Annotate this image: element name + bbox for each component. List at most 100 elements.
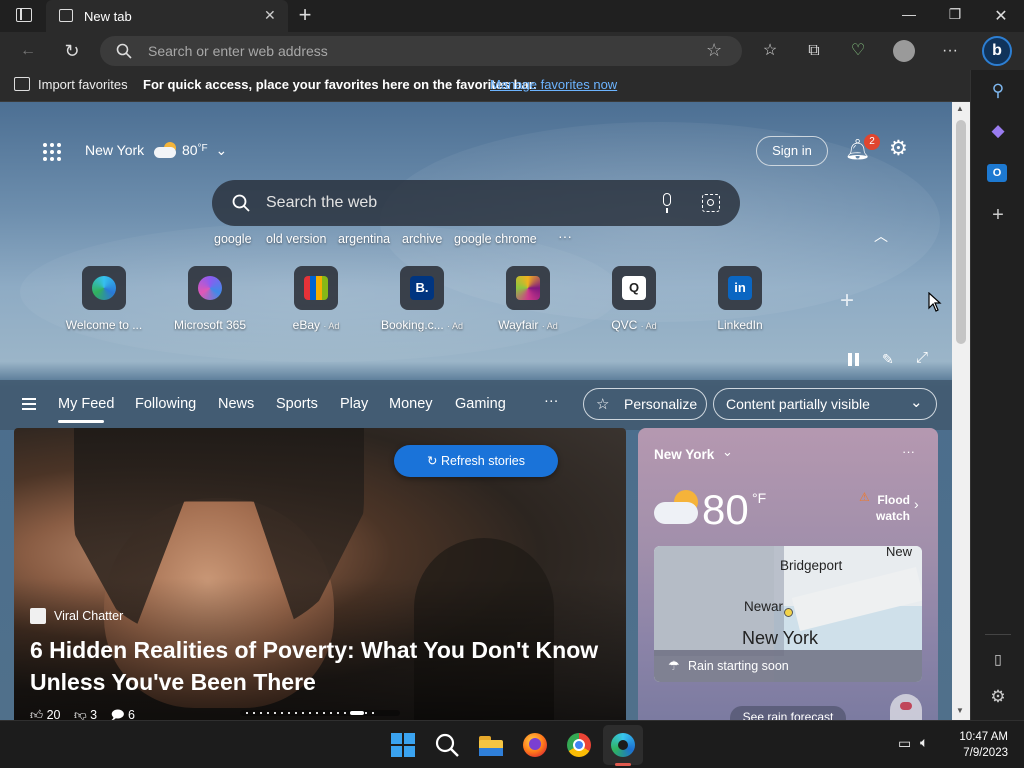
refresh-icon[interactable]: ↻ [62, 41, 82, 61]
weather-scroll-button[interactable] [890, 694, 922, 720]
tab-close-icon[interactable]: ✕ [264, 7, 276, 24]
scroll-up-icon[interactable]: ▲ [956, 104, 964, 113]
more-options-icon[interactable]: ··· [940, 41, 960, 61]
volume-icon[interactable]: 🔈︎ [920, 734, 928, 751]
quick-link-tile [294, 266, 338, 310]
web-search-input[interactable] [266, 192, 646, 214]
sidebar-outlook-icon[interactable]: O [987, 162, 1009, 184]
favorite-star-icon[interactable]: ☆ [706, 40, 722, 61]
content-visibility-dropdown[interactable]: Content partially visible ⌄ [713, 388, 937, 420]
start-windows-icon[interactable] [389, 731, 417, 759]
manage-favorites-link[interactable]: Manage favorites now [490, 77, 617, 92]
tab-following[interactable]: Following [135, 396, 196, 412]
partly-cloudy-icon [654, 490, 700, 526]
tab-play[interactable]: Play [340, 396, 368, 412]
pause-background-icon[interactable] [848, 353, 860, 366]
story-headline[interactable]: 6 Hidden Realities of Poverty: What You … [30, 634, 598, 698]
more-suggestions-icon[interactable]: ··· [558, 228, 572, 244]
new-tab-button[interactable]: + [294, 4, 316, 26]
quick-link-ebay[interactable]: eBay · Ad [270, 266, 362, 336]
suggestion-archive[interactable]: archive [402, 232, 442, 246]
restore-button[interactable]: ❐ [940, 6, 970, 26]
edit-background-icon[interactable]: ✎ [882, 351, 894, 368]
weather-more-icon[interactable]: ··· [902, 444, 915, 459]
comment-icon[interactable]: 🗩︎ [111, 708, 125, 720]
visual-search-icon[interactable] [702, 194, 720, 212]
sidebar-settings-icon[interactable]: ⚙ [987, 686, 1009, 708]
sidebar-copilot-icon[interactable]: ◆ [987, 120, 1009, 142]
add-quick-link-icon[interactable]: + [836, 289, 858, 313]
tab-money[interactable]: Money [389, 396, 433, 412]
carousel-dots[interactable] [240, 710, 400, 716]
page-scrollbar[interactable]: ▲ ▼ [952, 102, 970, 720]
feed-navigation: My Feed Following News Sports Play Money… [0, 380, 952, 430]
web-search-box[interactable] [212, 180, 740, 226]
browser-essentials-icon[interactable]: ♡ [848, 41, 868, 61]
dislike-icon[interactable]: 👎︎ [74, 708, 87, 720]
quick-link-welcome[interactable]: Welcome to ... [58, 266, 150, 336]
weather-map[interactable]: New Bridgeport Newar New York ☂ Rain sta… [654, 546, 922, 682]
flood-alert-text[interactable]: Flood watch [872, 492, 910, 524]
sidebar-search-icon[interactable]: ⚲ [987, 80, 1009, 102]
back-icon[interactable]: ← [18, 41, 38, 61]
feed-menu-icon[interactable] [22, 398, 36, 410]
edge-taskbar-icon[interactable] [609, 731, 637, 759]
weather-card[interactable]: New York ⌄ ··· 80 °F ⚠ Flood watch › New… [638, 428, 938, 720]
tab-my-feed[interactable]: My Feed [58, 396, 114, 412]
suggestion-old-version[interactable]: old version [266, 232, 326, 246]
chrome-icon[interactable] [565, 731, 593, 759]
sign-in-button[interactable]: Sign in [756, 136, 828, 166]
quick-link-microsoft-365[interactable]: Microsoft 365 [164, 266, 256, 336]
story-source[interactable]: Viral Chatter [54, 609, 123, 623]
import-favorites-button[interactable]: Import favorites [38, 77, 128, 92]
quick-link-booking[interactable]: B. Booking.c... · Ad [376, 266, 468, 336]
suggestion-google-chrome[interactable]: google chrome [454, 232, 537, 246]
import-favorites-icon[interactable] [14, 77, 30, 91]
quick-link-linkedin[interactable]: in LinkedIn [694, 266, 786, 336]
network-icon[interactable]: ▭ [898, 735, 911, 752]
expand-icon[interactable]: ⤢ [916, 349, 928, 366]
address-input[interactable] [148, 42, 688, 60]
collections-icon[interactable]: ⧉ [804, 41, 824, 61]
file-explorer-icon[interactable] [477, 731, 505, 759]
personalize-button[interactable]: ☆ Personalize [583, 388, 707, 420]
apps-launcher-icon[interactable] [42, 142, 62, 162]
firefox-icon[interactable] [521, 731, 549, 759]
tab-new-tab[interactable]: New tab ✕ [46, 0, 288, 32]
quick-link-qvc[interactable]: Q QVC · Ad [588, 266, 680, 336]
weather-widget[interactable]: New York 80°F ⌄ [85, 142, 227, 164]
search-taskbar-icon[interactable] [433, 731, 461, 759]
weather-temp: 80 [181, 142, 198, 158]
profile-avatar[interactable] [893, 40, 915, 62]
close-window-button[interactable]: ✕ [986, 6, 1016, 26]
chevron-right-icon[interactable]: › [914, 496, 919, 512]
rain-note: Rain starting soon [688, 659, 789, 673]
suggestion-google[interactable]: google [214, 232, 252, 246]
collapse-chevron-icon[interactable]: ︿ [874, 226, 888, 246]
refresh-stories-label: Refresh stories [440, 454, 526, 468]
scroll-down-icon[interactable]: ▼ [956, 706, 964, 715]
tab-sports[interactable]: Sports [276, 396, 318, 412]
microphone-icon[interactable] [661, 193, 673, 213]
quick-link-wayfair[interactable]: Wayfair · Ad [482, 266, 574, 336]
new-tab-page-icon [59, 9, 73, 22]
weather-card-location[interactable]: New York [654, 447, 714, 462]
see-rain-forecast-visible[interactable]: See rain forecast [730, 706, 846, 720]
tab-news[interactable]: News [218, 396, 254, 412]
minimize-button[interactable]: — [894, 6, 924, 26]
warning-icon: ⚠ [859, 490, 870, 504]
sidebar-hide-icon[interactable]: ▯ [987, 648, 1009, 670]
address-bar[interactable]: ☆ [100, 36, 742, 66]
sidebar-add-icon[interactable]: + [987, 204, 1009, 226]
page-settings-icon[interactable]: ⚙ [889, 137, 913, 161]
scrollbar-thumb[interactable] [956, 120, 966, 344]
like-icon[interactable]: 👍︎ [30, 708, 43, 720]
suggestion-argentina[interactable]: argentina [338, 232, 390, 246]
more-tabs-icon[interactable]: ··· [544, 393, 559, 409]
refresh-stories-button[interactable]: ↻ Refresh stories [394, 445, 558, 477]
tab-gaming[interactable]: Gaming [455, 396, 506, 412]
system-clock[interactable]: 10:47 AM 7/9/2023 [952, 729, 1008, 761]
favorites-icon[interactable]: ☆ [760, 41, 780, 61]
bing-copilot-icon[interactable]: b [982, 36, 1012, 66]
tab-actions-icon[interactable] [16, 8, 32, 22]
